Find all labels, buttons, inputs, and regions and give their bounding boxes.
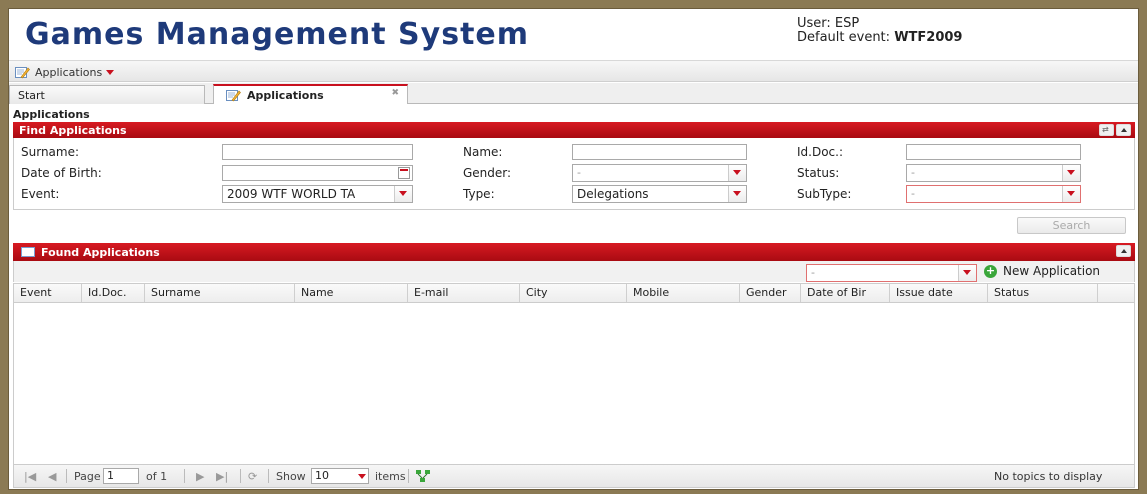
tab-bar: Start Applications ✖ xyxy=(9,83,1138,104)
separator xyxy=(268,469,269,483)
separator xyxy=(184,469,185,483)
user-info: User: ESP Default event: WTF2009 xyxy=(797,17,962,45)
default-event-label: Default event: xyxy=(797,30,891,45)
pager-status: No topics to display xyxy=(994,470,1103,483)
chevron-down-icon[interactable] xyxy=(958,265,976,281)
grid-icon xyxy=(21,247,35,257)
chevron-down-icon[interactable] xyxy=(728,165,746,181)
column-header[interactable]: Date of Bir xyxy=(801,284,890,302)
add-icon: + xyxy=(984,263,997,278)
refresh-icon[interactable]: ⟳ xyxy=(248,470,257,483)
type-select[interactable]: Delegations xyxy=(572,185,747,203)
column-header[interactable]: Id.Doc. xyxy=(82,284,145,302)
header: Games Management System User: ESP Defaul… xyxy=(9,9,1138,59)
column-header[interactable]: E-mail xyxy=(408,284,520,302)
event-value: 2009 WTF WORLD TA xyxy=(227,187,356,201)
grid-body xyxy=(13,303,1135,464)
chevron-down-icon[interactable] xyxy=(358,474,366,479)
status-label: Status: xyxy=(797,166,840,180)
show-label: Show xyxy=(276,470,306,483)
separator xyxy=(66,469,67,483)
type-value: Delegations xyxy=(577,187,649,201)
gender-value: - xyxy=(577,166,581,179)
edit-document-icon xyxy=(15,66,30,79)
event-select[interactable]: 2009 WTF WORLD TA xyxy=(222,185,413,203)
items-label: items xyxy=(375,470,406,483)
column-header[interactable]: Gender xyxy=(740,284,801,302)
app-title: Games Management System xyxy=(25,17,530,52)
export-icon[interactable] xyxy=(416,469,430,483)
collapse-icon[interactable] xyxy=(1116,245,1131,257)
applications-menu-label: Applications xyxy=(35,65,103,79)
iddoc-input[interactable] xyxy=(906,144,1081,160)
last-page-icon[interactable]: ▶| xyxy=(216,470,228,483)
page-size-value: 10 xyxy=(315,469,329,482)
refresh-icon[interactable]: ⇄ xyxy=(1099,124,1114,136)
page-input[interactable]: 1 xyxy=(103,468,139,484)
chevron-down-icon[interactable] xyxy=(728,186,746,202)
next-page-icon[interactable]: ▶ xyxy=(196,470,204,483)
column-header[interactable]: Status xyxy=(988,284,1098,302)
collapse-icon[interactable] xyxy=(1116,124,1131,136)
surname-input[interactable] xyxy=(222,144,413,160)
column-header[interactable]: Mobile xyxy=(627,284,740,302)
page-label: Page xyxy=(74,470,101,483)
gender-select[interactable]: - xyxy=(572,164,747,182)
app-window: Games Management System User: ESP Defaul… xyxy=(8,8,1139,490)
dob-input[interactable] xyxy=(222,165,413,181)
subtype-value: - xyxy=(911,187,915,200)
pager: |◀ ◀ Page 1 of 1 ▶ ▶| ⟳ Show 10 items No… xyxy=(13,464,1135,488)
chevron-down-icon xyxy=(106,69,115,75)
column-header[interactable]: City xyxy=(520,284,627,302)
dob-label: Date of Birth: xyxy=(21,166,102,180)
status-select[interactable]: - xyxy=(906,164,1081,182)
page-of-label: of 1 xyxy=(146,470,168,483)
name-label: Name: xyxy=(463,145,503,159)
tab-start-label: Start xyxy=(18,88,45,102)
tab-start[interactable]: Start xyxy=(9,85,205,104)
gender-label: Gender: xyxy=(463,166,512,180)
filter-select[interactable]: - xyxy=(806,264,977,282)
grid-header: Event Id.Doc. Surname Name E-mail City M… xyxy=(13,283,1135,303)
chevron-down-icon[interactable] xyxy=(1062,165,1080,181)
event-label: Event: xyxy=(21,187,60,201)
surname-label: Surname: xyxy=(21,145,80,159)
find-panel-header: Find Applications ⇄ xyxy=(13,122,1135,138)
first-page-icon[interactable]: |◀ xyxy=(24,470,36,483)
subtype-select[interactable]: - xyxy=(906,185,1081,203)
column-header[interactable]: Name xyxy=(295,284,408,302)
prev-page-icon[interactable]: ◀ xyxy=(48,470,56,483)
applications-menu-button[interactable]: Applications xyxy=(15,63,115,81)
name-input[interactable] xyxy=(572,144,747,160)
column-header[interactable]: Surname xyxy=(145,284,295,302)
new-application-label: New Application xyxy=(1003,264,1101,278)
chevron-down-icon[interactable] xyxy=(1062,186,1080,202)
edit-document-icon xyxy=(226,89,241,102)
find-panel-title: Find Applications xyxy=(19,123,127,137)
found-panel-header: Found Applications xyxy=(13,243,1135,261)
column-header[interactable]: Issue date xyxy=(890,284,988,302)
chevron-down-icon[interactable] xyxy=(394,186,412,202)
status-value: - xyxy=(911,166,915,179)
tab-applications-label: Applications xyxy=(247,88,324,102)
tab-applications[interactable]: Applications ✖ xyxy=(213,84,408,104)
subtype-label: SubType: xyxy=(797,187,852,201)
filter-value: - xyxy=(811,266,815,279)
type-label: Type: xyxy=(463,187,495,201)
separator xyxy=(408,469,409,483)
close-icon[interactable]: ✖ xyxy=(391,88,399,98)
found-panel-title: Found Applications xyxy=(41,245,160,259)
calendar-icon[interactable] xyxy=(398,167,410,179)
default-event-value: WTF2009 xyxy=(894,30,963,45)
search-button[interactable]: Search xyxy=(1017,217,1126,234)
menu-bar: Applications xyxy=(9,60,1138,82)
separator xyxy=(240,469,241,483)
column-header[interactable]: Event xyxy=(14,284,82,302)
iddoc-label: Id.Doc.: xyxy=(797,145,844,159)
page-title: Applications xyxy=(13,108,90,121)
new-application-button[interactable]: + New Application xyxy=(984,264,1100,278)
default-event: Default event: WTF2009 xyxy=(797,31,962,45)
user-label: User: ESP xyxy=(797,16,860,31)
